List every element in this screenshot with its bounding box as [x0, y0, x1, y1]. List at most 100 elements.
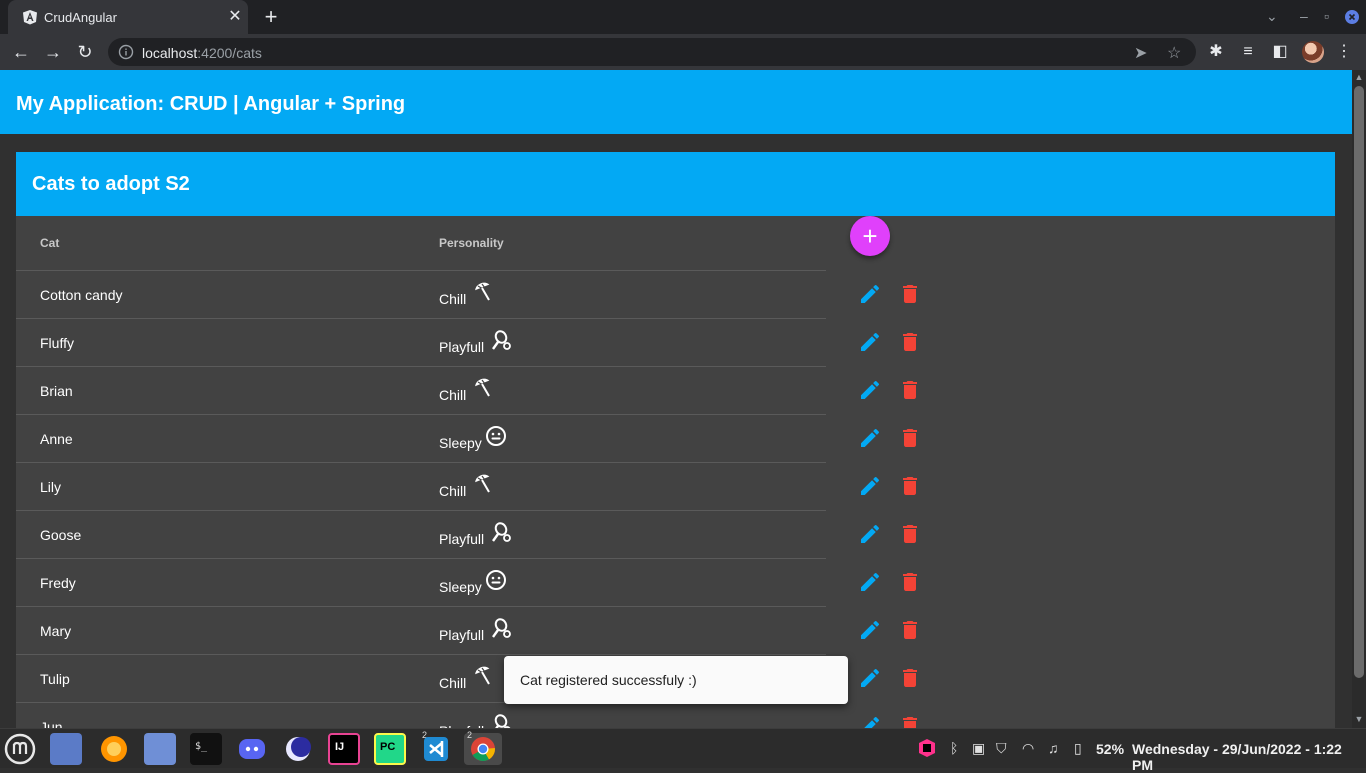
extensions-icon[interactable]: ✱	[1206, 42, 1226, 62]
edit-icon[interactable]	[858, 426, 882, 450]
cat-name-cell: Lily	[40, 479, 62, 495]
browser-tab-bar: CrudAngular ✕ + ⌄ – ▫	[0, 0, 1366, 34]
edit-icon[interactable]	[858, 330, 882, 354]
personality-cell: Chill	[439, 675, 467, 691]
edit-icon[interactable]	[858, 570, 882, 594]
smiley-icon	[485, 569, 507, 591]
delete-icon[interactable]	[898, 474, 922, 498]
edit-icon[interactable]	[858, 474, 882, 498]
forward-arrow-icon[interactable]: →	[42, 41, 64, 63]
table-row: Lily Chill	[16, 463, 1335, 511]
table-row: Fredy Sleepy	[16, 559, 1335, 607]
app-title: My Application: CRUD | Angular + Spring	[16, 93, 406, 115]
delete-icon[interactable]	[898, 618, 922, 642]
edit-icon[interactable]	[858, 618, 882, 642]
card-header: Cats to adopt S2	[16, 152, 1335, 216]
column-header-cat[interactable]: Cat	[40, 236, 59, 250]
media-queue-icon[interactable]: ≡	[1238, 42, 1258, 62]
delete-icon[interactable]	[898, 570, 922, 594]
edit-icon[interactable]	[858, 714, 882, 728]
delete-icon[interactable]	[898, 426, 922, 450]
umbrella-beach-icon	[472, 377, 494, 399]
browser-toolbar: ← → ↻ localhost:4200/cats ➤ ☆ ✱ ≡ ◧ ⋮	[0, 34, 1366, 70]
minimize-icon[interactable]: –	[1300, 8, 1308, 24]
music-note-icon[interactable]: ♫	[1048, 740, 1059, 756]
clipboard-icon[interactable]: ▣	[972, 740, 985, 757]
personality-cell: Playfull	[439, 339, 485, 355]
new-tab-button[interactable]: +	[260, 6, 282, 28]
pycharm-icon[interactable]: PC	[374, 733, 406, 765]
cat-name-cell: Cotton candy	[40, 287, 123, 303]
smiley-icon	[485, 425, 507, 447]
cat-name-cell: Fluffy	[40, 335, 74, 351]
show-desktop-icon[interactable]	[50, 733, 82, 765]
delete-icon[interactable]	[898, 330, 922, 354]
shield-icon[interactable]: ⛉	[996, 740, 1007, 757]
reload-icon[interactable]: ↻	[74, 41, 96, 63]
side-panel-icon[interactable]: ◧	[1270, 42, 1290, 62]
delete-icon[interactable]	[898, 522, 922, 546]
add-cat-button[interactable]: +	[850, 216, 890, 256]
bluetooth-icon[interactable]: ᛒ	[950, 740, 958, 756]
app-toolbar: My Application: CRUD | Angular + Spring	[0, 70, 1352, 134]
card-title: Cats to adopt S2	[32, 173, 190, 195]
more-menu-icon[interactable]: ⋮	[1334, 42, 1354, 62]
edit-icon[interactable]	[858, 666, 882, 690]
address-bar[interactable]: localhost:4200/cats ➤ ☆	[108, 38, 1196, 66]
delete-icon[interactable]	[898, 714, 922, 728]
battery-icon[interactable]: ▯	[1074, 740, 1082, 757]
firefox-icon[interactable]	[98, 733, 130, 765]
cat-name-cell: Goose	[40, 527, 82, 543]
scroll-down-arrow-icon[interactable]: ▼	[1352, 712, 1366, 726]
cat-name-cell: Brian	[40, 383, 73, 399]
star-icon[interactable]: ☆	[1167, 43, 1181, 63]
jetbrains-toolbox-icon[interactable]	[916, 737, 938, 759]
eclipse-icon[interactable]	[282, 733, 314, 765]
tab-title: CrudAngular	[44, 10, 117, 25]
personality-cell: Chill	[439, 483, 467, 499]
info-icon[interactable]	[118, 44, 134, 60]
personality-cell: Sleepy	[439, 579, 482, 595]
delete-icon[interactable]	[898, 282, 922, 306]
files-icon[interactable]	[144, 733, 176, 765]
close-icon[interactable]: ✕	[226, 8, 244, 26]
add-icon: +	[862, 221, 878, 251]
linux-mint-menu-icon[interactable]	[4, 733, 36, 765]
discord-icon[interactable]	[236, 733, 268, 765]
edit-icon[interactable]	[858, 522, 882, 546]
column-header-personality[interactable]: Personality	[439, 236, 504, 250]
badminton-icon	[490, 617, 512, 639]
badminton-icon	[490, 713, 512, 728]
page-scrollbar[interactable]: ▲ ▼	[1352, 70, 1366, 728]
table-row: Goose Playfull	[16, 511, 1335, 559]
edit-icon[interactable]	[858, 282, 882, 306]
umbrella-beach-icon	[472, 665, 494, 687]
back-arrow-icon[interactable]: ←	[10, 41, 32, 63]
delete-icon[interactable]	[898, 378, 922, 402]
edit-icon[interactable]	[858, 378, 882, 402]
tab-search-icon[interactable]: ⌄	[1266, 8, 1278, 25]
wifi-icon[interactable]: ◠	[1022, 740, 1034, 757]
cat-name-cell: Anne	[40, 431, 73, 447]
cat-name-cell: Mary	[40, 623, 72, 639]
snackbar-message: Cat registered successfuly :)	[520, 672, 697, 688]
chrome-icon[interactable]	[467, 733, 499, 765]
intellij-idea-icon[interactable]: IJ	[328, 733, 360, 765]
page-viewport: My Application: CRUD | Angular + Spring …	[0, 70, 1352, 728]
personality-cell: Sleepy	[439, 435, 482, 451]
delete-icon[interactable]	[898, 666, 922, 690]
vscode-icon[interactable]	[420, 733, 452, 765]
send-icon[interactable]: ➤	[1134, 43, 1147, 63]
terminal-icon[interactable]: $_	[190, 733, 222, 765]
personality-cell: Chill	[439, 291, 467, 307]
window-close-icon[interactable]	[1344, 9, 1360, 25]
scroll-up-arrow-icon[interactable]: ▲	[1352, 70, 1366, 84]
os-taskbar: $_ IJ PC 2 2 ᛒ ▣ ⛉ ◠ ♫ ▯ 52% Wednesday -…	[0, 728, 1366, 773]
profile-avatar[interactable]	[1302, 41, 1324, 63]
badminton-icon	[490, 329, 512, 351]
browser-tab[interactable]: CrudAngular ✕	[8, 0, 248, 34]
clock[interactable]: Wednesday - 29/Jun/2022 - 1:22 PM	[1132, 741, 1366, 773]
battery-percentage: 52%	[1096, 741, 1125, 757]
scrollbar-thumb[interactable]	[1354, 86, 1364, 678]
maximize-icon[interactable]: ▫	[1324, 8, 1329, 24]
